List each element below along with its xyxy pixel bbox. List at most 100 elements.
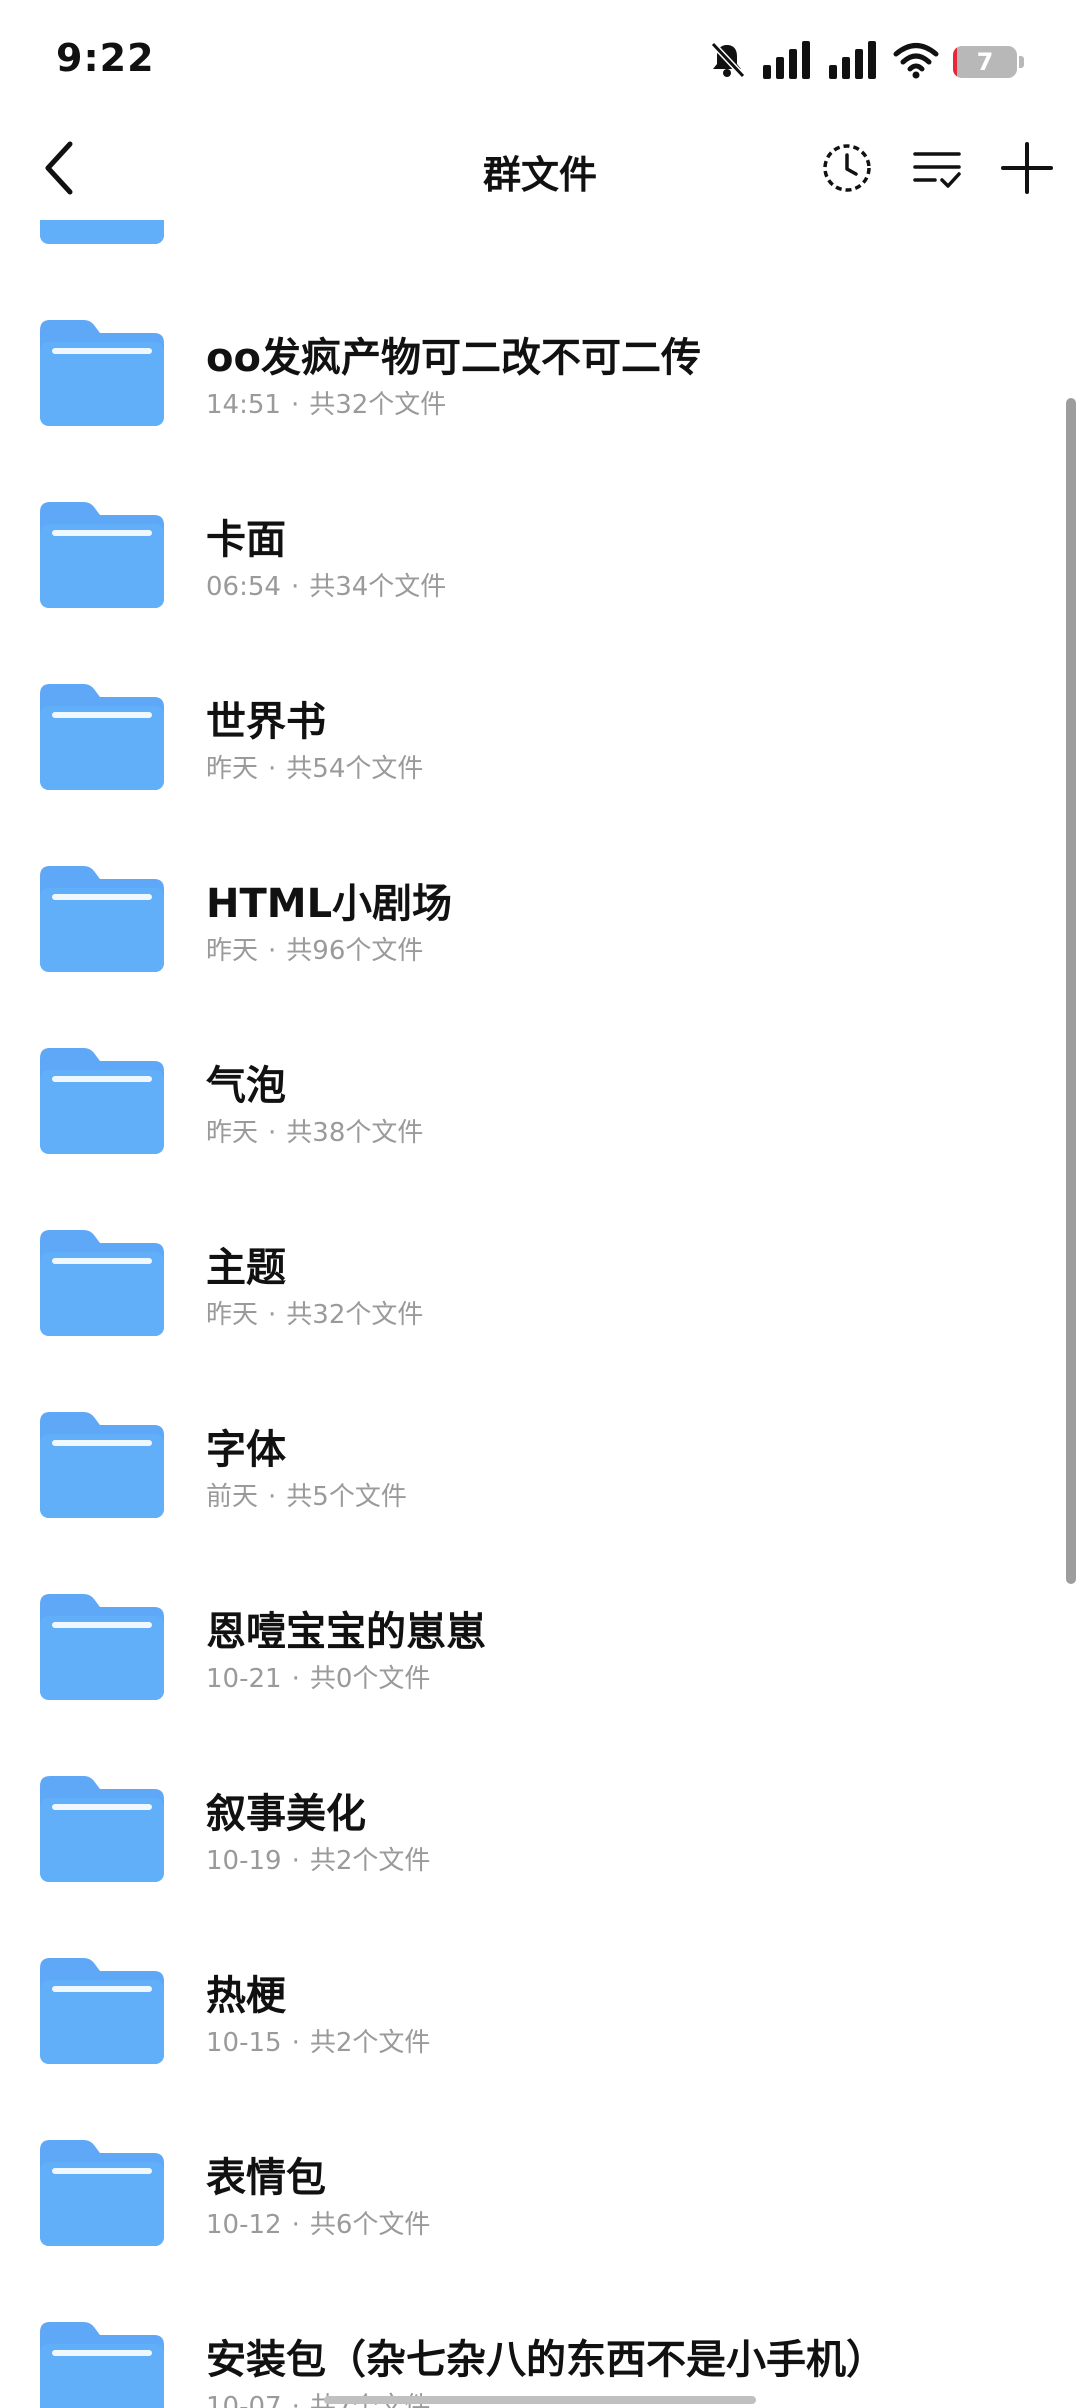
meta-separator: ·: [291, 2028, 300, 2058]
status-bar: 9:22 7: [0, 0, 1080, 120]
battery-level: [953, 46, 958, 78]
folder-name: 气泡: [206, 1063, 286, 1109]
folder-row[interactable]: 恩噎宝宝的崽崽 10-21 · 共0个文件: [0, 1546, 1080, 1728]
folder-icon: [40, 2140, 164, 2246]
folder-row[interactable]: 热梗 10-15 · 共2个文件: [0, 1910, 1080, 2092]
folder-name: 世界书: [206, 699, 326, 745]
folder-name: 热梗: [206, 1973, 286, 2019]
meta-separator: ·: [268, 1482, 277, 1512]
folder-count: 共2个文件: [309, 2028, 431, 2058]
sort-button[interactable]: [905, 138, 969, 202]
meta-separator: ·: [268, 1300, 277, 1330]
folder-time: 10-15: [206, 2028, 282, 2058]
folder-time: 10-21: [206, 1664, 282, 1694]
screen: 9:22 7 群文件 oo发疯产物可二改不可二传 14:51 · 共32个文件 …: [0, 0, 1080, 2408]
battery-cap: [1019, 56, 1024, 68]
folder-icon: [40, 1230, 164, 1336]
folder-icon: [40, 502, 164, 608]
folder-name: 叙事美化: [206, 1791, 366, 1837]
folder-meta: 10-12 · 共6个文件: [206, 2204, 430, 2241]
signal-icon: [827, 41, 879, 83]
signal-icon: [761, 41, 813, 83]
meta-separator: ·: [291, 1664, 300, 1694]
status-icons: 7: [707, 40, 1024, 84]
folder-icon: [40, 866, 164, 972]
file-list-content: oo发疯产物可二改不可二传 14:51 · 共32个文件 卡面 06:54 · 共34个文件世…: [0, 220, 1080, 2408]
folder-meta: 昨天 · 共54个文件: [206, 748, 423, 785]
folder-name: 字体: [206, 1427, 286, 1473]
folder-time: 10-07: [206, 2392, 282, 2408]
folder-row[interactable]: 气泡昨天 · 共38个文件: [0, 1000, 1080, 1182]
folder-meta: 昨天 · 共38个文件: [206, 1112, 423, 1149]
meta-separator: ·: [291, 1846, 300, 1876]
folder-time: 昨天: [206, 1300, 259, 1330]
folder-time: 昨天: [206, 936, 259, 966]
folder-row[interactable]: 安装包（杂七杂八的东西不是小手机）10-07·共7个文件: [0, 2274, 1080, 2408]
folder-row[interactable]: 叙事美化 10-19 · 共2个文件: [0, 1728, 1080, 1910]
folder-count: 共32个文件: [309, 390, 447, 420]
folder-time: 10-19: [206, 1846, 282, 1876]
meta-separator: ·: [291, 2392, 300, 2408]
folder-name: 安装包（杂七杂八的东西不是小手机）: [206, 2337, 886, 2383]
folder-count: 共5个文件: [286, 1482, 407, 1512]
folder-row[interactable]: 字体前天 · 共5个文件: [0, 1364, 1080, 1546]
folder-count: 共38个文件: [286, 1118, 424, 1148]
folder-name: 主题: [206, 1245, 286, 1291]
folder-time: 前天: [206, 1482, 259, 1512]
folder-time: 14:51: [206, 390, 281, 420]
folder-count: 共54个文件: [286, 754, 424, 784]
folder-name: 卡面: [206, 517, 286, 563]
folder-icon: [40, 1594, 164, 1700]
folder-row[interactable]: oo发疯产物可二改不可二传 14:51 · 共32个文件: [0, 272, 1080, 454]
folder-meta: 昨天 · 共32个文件: [206, 1294, 423, 1331]
folder-name: oo发疯产物可二改不可二传: [206, 335, 701, 381]
folder-icon: [40, 2322, 164, 2408]
folder-count: 共34个文件: [309, 572, 447, 602]
folder-meta: 06:54 · 共34个文件: [206, 566, 446, 603]
folder-count: 共96个文件: [286, 936, 424, 966]
history-button[interactable]: [815, 138, 879, 202]
folder-row[interactable]: 表情包 10-12 · 共6个文件: [0, 2092, 1080, 2274]
folder-count: 共32个文件: [286, 1300, 424, 1330]
folder-meta: 10-21 · 共0个文件: [206, 1658, 430, 1695]
folder-icon: [40, 1776, 164, 1882]
mute-bell-icon: [707, 40, 747, 84]
add-button[interactable]: [995, 138, 1059, 202]
sort-icon: [909, 140, 965, 200]
folder-meta: 昨天 · 共96个文件: [206, 930, 423, 967]
file-list[interactable]: oo发疯产物可二改不可二传 14:51 · 共32个文件 卡面 06:54 · 共34个文件世…: [0, 220, 1080, 2408]
folder-icon: [40, 320, 164, 426]
meta-separator: ·: [268, 936, 277, 966]
folder-row[interactable]: 主题昨天 · 共32个文件: [0, 1182, 1080, 1364]
scrollbar[interactable]: [1066, 398, 1076, 1584]
battery-text: 7: [976, 48, 994, 76]
folder-meta: 14:51 · 共32个文件: [206, 384, 446, 421]
status-time: 9:22: [56, 36, 155, 80]
folder-time: 06:54: [206, 572, 281, 602]
folder-row[interactable]: 世界书昨天 · 共54个文件: [0, 636, 1080, 818]
meta-separator: ·: [268, 754, 277, 784]
folder-name: HTML小剧场: [206, 881, 453, 927]
folder-icon: [40, 220, 164, 244]
folder-meta: 10-19 · 共2个文件: [206, 1840, 430, 1877]
meta-separator: ·: [268, 1118, 277, 1148]
folder-count: 共6个文件: [309, 2210, 431, 2240]
folder-time: 昨天: [206, 1118, 259, 1148]
folder-name: 恩噎宝宝的崽崽: [206, 1609, 486, 1655]
folder-time: 昨天: [206, 754, 259, 784]
folder-row[interactable]: [0, 220, 1080, 272]
meta-separator: ·: [290, 390, 300, 420]
folder-meta: 前天 · 共5个文件: [206, 1476, 407, 1513]
folder-row[interactable]: 卡面 06:54 · 共34个文件: [0, 454, 1080, 636]
folder-icon: [40, 684, 164, 790]
wifi-icon: [893, 41, 939, 83]
meta-separator: ·: [290, 572, 300, 602]
folder-icon: [40, 1412, 164, 1518]
folder-count: 共2个文件: [309, 1846, 431, 1876]
home-indicator[interactable]: [324, 2396, 756, 2404]
folder-time: 10-12: [206, 2210, 282, 2240]
folder-count: 共0个文件: [309, 1664, 431, 1694]
folder-icon: [40, 1048, 164, 1154]
folder-row[interactable]: HTML小剧场昨天 · 共96个文件: [0, 818, 1080, 1000]
battery-icon: 7: [953, 46, 1017, 78]
